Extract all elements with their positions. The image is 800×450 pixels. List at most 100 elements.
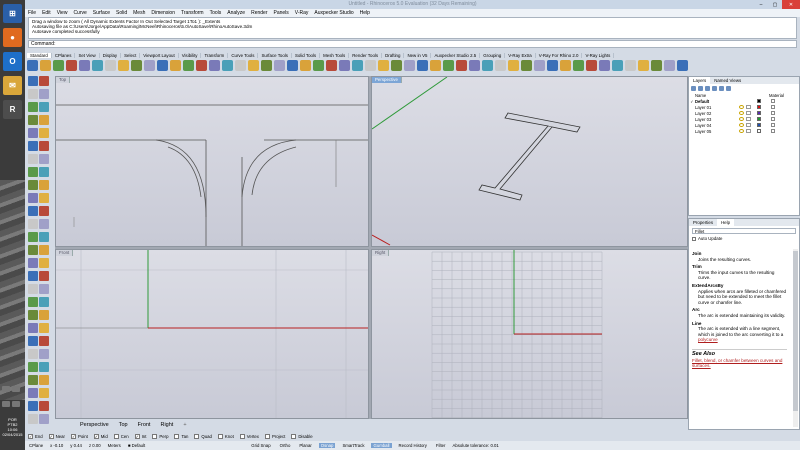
- osnap-int[interactable]: ✓ Int: [134, 433, 146, 439]
- select-all-icon[interactable]: [287, 60, 298, 71]
- tool-polygon-icon[interactable]: [39, 128, 49, 138]
- osnap-vertex[interactable]: Vertex: [239, 433, 259, 439]
- shade-icon[interactable]: [456, 60, 467, 71]
- tool-scale-icon[interactable]: [39, 284, 49, 294]
- tool-polyline-icon[interactable]: [28, 89, 38, 99]
- osnap-tan[interactable]: Tan: [174, 433, 188, 439]
- view-tab-front[interactable]: Front: [138, 422, 151, 428]
- title-bar[interactable]: Untitled - Rhinoceros 5.0 Evaluation (32…: [25, 0, 800, 9]
- viewport-top[interactable]: Top: [55, 76, 369, 247]
- checkbox-box[interactable]: [692, 236, 696, 241]
- texture-icon[interactable]: [625, 60, 636, 71]
- menu-item-panels[interactable]: Panels: [274, 10, 289, 16]
- polycurve-link[interactable]: polycurve: [698, 337, 718, 342]
- command-input[interactable]: [57, 41, 796, 47]
- osnap-checkbox[interactable]: [239, 433, 245, 439]
- tool-sweep-icon[interactable]: [28, 219, 38, 229]
- status-gumball-button[interactable]: Gumball: [371, 443, 392, 448]
- save-file-icon[interactable]: [53, 60, 64, 71]
- open-file-icon[interactable]: [40, 60, 51, 71]
- menu-item-v-ray[interactable]: V-Ray: [295, 10, 309, 16]
- tool-rectangle-icon[interactable]: [28, 128, 38, 138]
- layer-icon[interactable]: [352, 60, 363, 71]
- tool-explode-icon[interactable]: [28, 193, 38, 203]
- auto-update-checkbox[interactable]: Auto Update: [692, 236, 799, 241]
- menu-item-view[interactable]: View: [57, 10, 68, 16]
- cut-icon[interactable]: [92, 60, 103, 71]
- zoom-icon[interactable]: [183, 60, 194, 71]
- minimize-button[interactable]: –: [754, 0, 768, 9]
- tool-curvature-icon[interactable]: [39, 336, 49, 346]
- add-view-tab-button[interactable]: +: [183, 422, 186, 428]
- material-icon[interactable]: [391, 60, 402, 71]
- import-icon[interactable]: [79, 60, 90, 71]
- viewport-perspective[interactable]: Perspective: [371, 76, 688, 247]
- decal-icon[interactable]: [638, 60, 649, 71]
- tool-surface-icon[interactable]: [39, 193, 49, 203]
- tool-circle-icon[interactable]: [39, 102, 49, 112]
- tab-help[interactable]: Help: [717, 219, 735, 226]
- grid-icon[interactable]: [274, 60, 285, 71]
- layer-material-swatch[interactable]: [771, 123, 775, 127]
- tool-mesh-icon[interactable]: [28, 388, 38, 398]
- properties-icon[interactable]: [365, 60, 376, 71]
- vray-frame-icon[interactable]: [443, 60, 454, 71]
- visibility-bulb-icon[interactable]: [739, 105, 744, 109]
- tool-ellipse-icon[interactable]: [39, 115, 49, 125]
- tool-patch-icon[interactable]: [39, 388, 49, 398]
- outlook-icon[interactable]: O: [3, 52, 22, 71]
- layer-color-swatch[interactable]: [757, 105, 761, 109]
- firefox-icon[interactable]: ●: [3, 28, 22, 47]
- options-icon[interactable]: [573, 60, 584, 71]
- viewport-front[interactable]: Front: [55, 249, 369, 419]
- zoom-selected-icon[interactable]: [222, 60, 233, 71]
- vray-options-icon[interactable]: [430, 60, 441, 71]
- menu-item-transform[interactable]: Transform: [181, 10, 204, 16]
- tray-volume-icon[interactable]: [2, 401, 10, 407]
- planar-icon[interactable]: [664, 60, 675, 71]
- tool-cylinder-icon[interactable]: [28, 245, 38, 255]
- viewport-title-front[interactable]: Front: [56, 250, 74, 256]
- menu-item-dimension[interactable]: Dimension: [151, 10, 175, 16]
- viewport-title-top[interactable]: Top: [56, 77, 71, 83]
- tool-cone-icon[interactable]: [39, 245, 49, 255]
- lock-icon[interactable]: [326, 60, 337, 71]
- rhino-app-icon[interactable]: R: [3, 100, 22, 119]
- tool-project-icon[interactable]: [28, 401, 38, 411]
- tool-group-icon[interactable]: [28, 323, 38, 333]
- menu-item-curve[interactable]: Curve: [73, 10, 86, 16]
- viewport-title-right[interactable]: Right: [372, 250, 390, 256]
- tool-chamfer-icon[interactable]: [39, 154, 49, 164]
- taskbar-clock[interactable]: POR PTB2 10:06 02/04/2015: [0, 417, 25, 437]
- unlock-icon[interactable]: [339, 60, 350, 71]
- environment-icon[interactable]: [612, 60, 623, 71]
- tool-line-icon[interactable]: [39, 89, 49, 99]
- menu-item-surface[interactable]: Surface: [93, 10, 110, 16]
- tool-copy-icon[interactable]: [39, 271, 49, 281]
- osnap-checkbox[interactable]: ✓: [70, 433, 76, 439]
- osnap-end[interactable]: ✓ End: [28, 433, 43, 439]
- vray-render-icon[interactable]: [417, 60, 428, 71]
- redo-icon[interactable]: [144, 60, 155, 71]
- lock-icon[interactable]: [746, 117, 751, 121]
- menu-item-auxpecker-studio[interactable]: Auxpecker Studio: [314, 10, 353, 16]
- print-icon[interactable]: [66, 60, 77, 71]
- status-grid-snap-button[interactable]: Grid Snap: [249, 443, 272, 448]
- start-button[interactable]: ⊞: [3, 4, 22, 23]
- osnap-checkbox[interactable]: ✓: [28, 433, 33, 439]
- status-record-history-button[interactable]: Record History: [397, 443, 429, 448]
- move-up-icon[interactable]: [712, 85, 717, 91]
- tool-trim-icon[interactable]: [39, 167, 49, 177]
- osnap-checkbox[interactable]: ✓: [48, 433, 54, 439]
- tool-analyze-icon[interactable]: [28, 336, 38, 346]
- menu-item-edit[interactable]: Edit: [42, 10, 51, 16]
- osnap-checkbox[interactable]: ✓: [134, 433, 140, 439]
- osnap-checkbox[interactable]: [194, 433, 200, 439]
- tool-layer-icon[interactable]: [28, 362, 38, 372]
- delete-layer-icon[interactable]: [705, 85, 710, 91]
- technical-icon[interactable]: [521, 60, 532, 71]
- tab-layers[interactable]: Layers: [689, 77, 711, 84]
- new-sublayer-icon[interactable]: [698, 85, 703, 91]
- osnap-project[interactable]: Project: [264, 433, 285, 439]
- scroll-thumb[interactable]: [793, 251, 798, 411]
